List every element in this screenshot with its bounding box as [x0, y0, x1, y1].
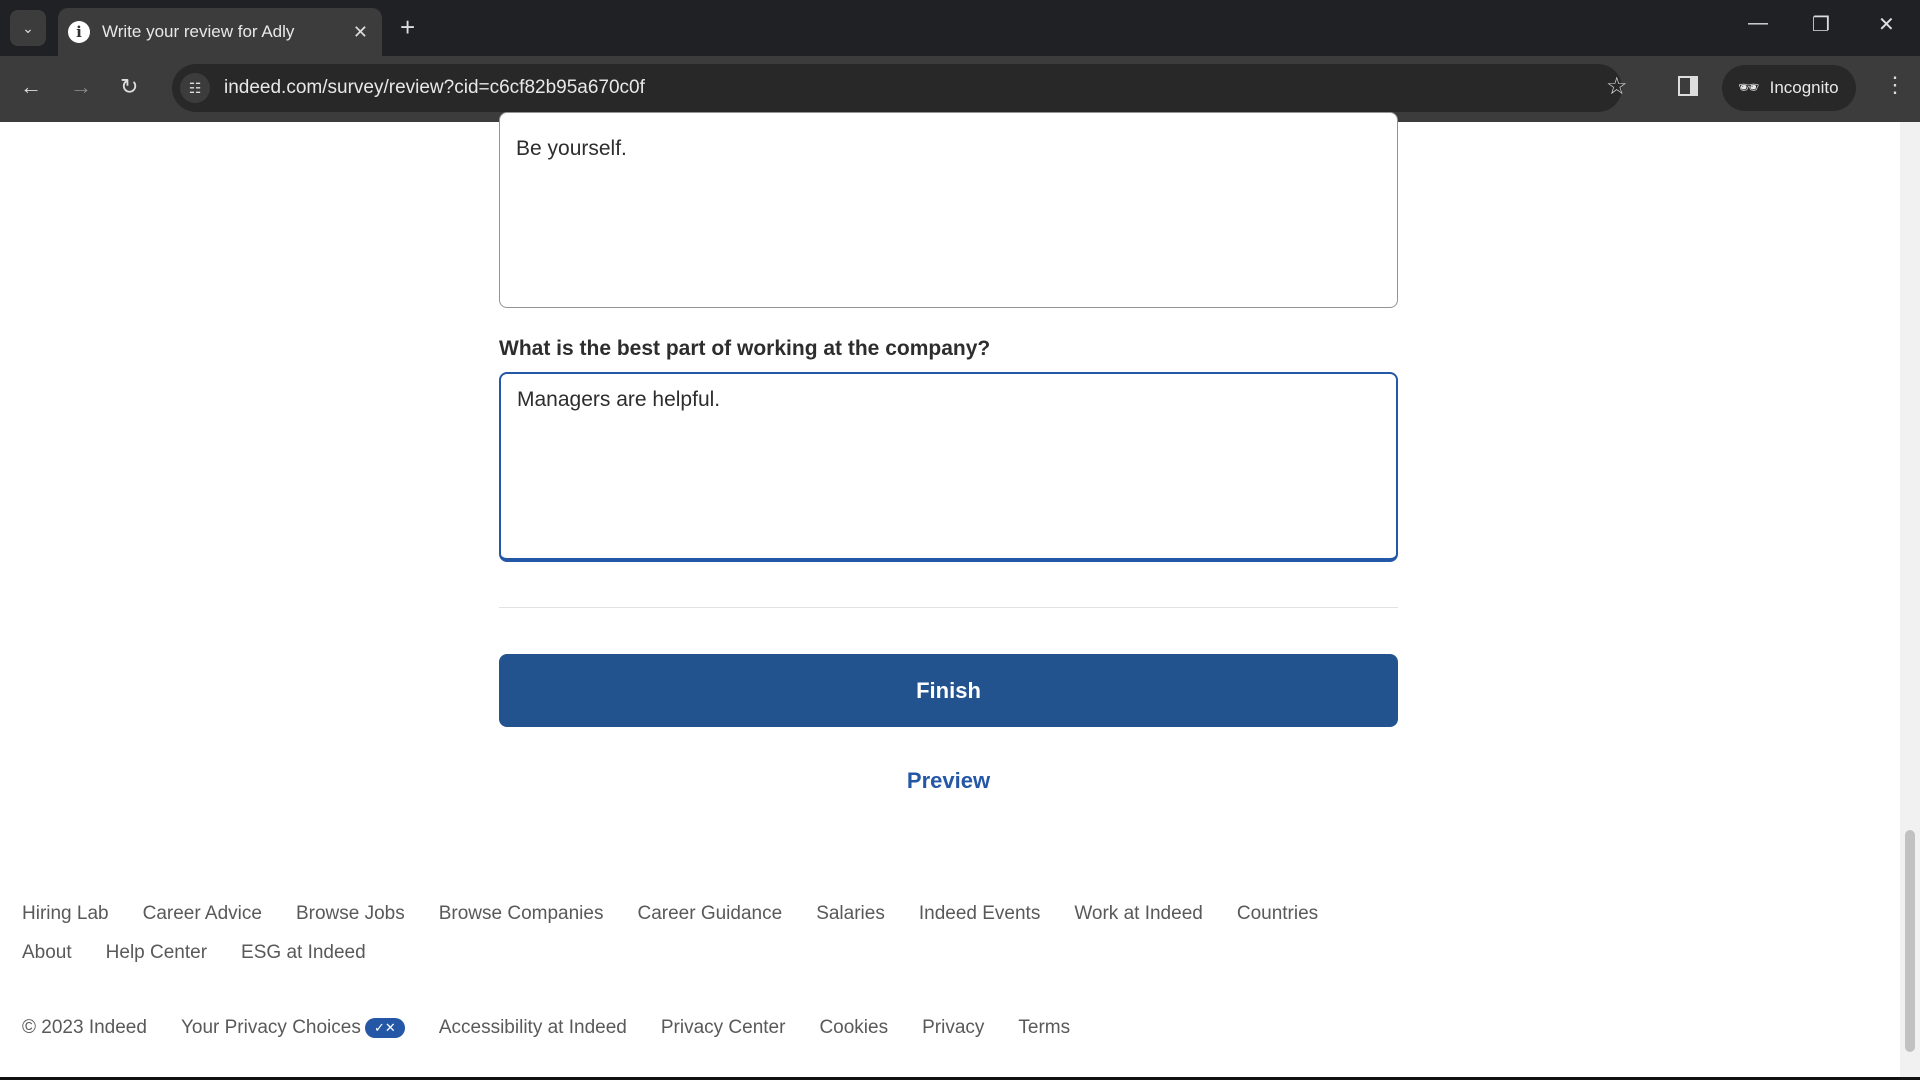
footer-link[interactable]: About: [22, 942, 72, 964]
address-bar[interactable]: ☷ indeed.com/survey/review?cid=c6cf82b95…: [172, 64, 1622, 112]
incognito-icon: 🕶: [1738, 78, 1760, 97]
tab-active[interactable]: i Write your review for Adly ✕: [58, 8, 382, 56]
page-content: Be yourself. What is the best part of wo…: [0, 112, 1900, 1077]
forward-button[interactable]: →: [70, 74, 92, 100]
footer-link[interactable]: Hiring Lab: [22, 903, 109, 925]
scrollbar-thumb[interactable]: [1905, 830, 1915, 1052]
bookmark-star-icon[interactable]: ☆: [1606, 72, 1628, 101]
back-button[interactable]: ←: [20, 74, 42, 100]
reload-button[interactable]: ↻: [120, 74, 138, 100]
side-panel-icon[interactable]: [1678, 76, 1698, 96]
close-window-button[interactable]: ✕: [1878, 12, 1895, 37]
footer-legal-row: © 2023 Indeed Your Privacy Choices ✓✕ Acc…: [22, 1017, 1070, 1039]
restore-button[interactable]: ❐: [1812, 12, 1830, 37]
best-part-textarea[interactable]: Managers are helpful.: [499, 372, 1398, 562]
footer-link[interactable]: Indeed Events: [919, 903, 1040, 925]
privacy-choices-icon: ✓✕: [364, 1017, 405, 1038]
privacy-choices-label: Your Privacy Choices: [180, 1017, 361, 1038]
scrollbar[interactable]: [1900, 122, 1920, 1077]
menu-icon[interactable]: ⋮: [1884, 72, 1906, 98]
footer-link[interactable]: Work at Indeed: [1074, 903, 1203, 925]
preview-link[interactable]: Preview: [499, 768, 1398, 794]
footer-link[interactable]: Help Center: [106, 942, 207, 964]
incognito-indicator[interactable]: 🕶 Incognito: [1722, 65, 1856, 111]
footer-links-row1: Hiring Lab Career Advice Browse Jobs Bro…: [22, 903, 1318, 925]
footer-link[interactable]: Privacy: [922, 1017, 984, 1039]
tab-bar: ⌄ i Write your review for Adly ✕ + — ❐ ✕: [0, 0, 1920, 56]
footer-link[interactable]: Cookies: [819, 1017, 888, 1039]
footer-link[interactable]: Salaries: [816, 903, 885, 925]
tab-title: Write your review for Adly: [102, 22, 295, 41]
footer-link[interactable]: ESG at Indeed: [241, 942, 366, 964]
footer-link[interactable]: Terms: [1018, 1017, 1070, 1039]
copyright: © 2023 Indeed: [22, 1017, 147, 1038]
footer-link[interactable]: Career Advice: [143, 903, 262, 925]
divider: [499, 607, 1398, 608]
tab-search-button[interactable]: ⌄: [10, 10, 46, 46]
url-text: indeed.com/survey/review?cid=c6cf82b95a6…: [224, 77, 645, 98]
minimize-button[interactable]: —: [1748, 12, 1768, 35]
footer-links-row2: About Help Center ESG at Indeed: [22, 942, 366, 964]
previous-answer-textarea[interactable]: Be yourself.: [499, 112, 1398, 308]
site-settings-icon[interactable]: ☷: [180, 73, 210, 103]
footer-link[interactable]: Privacy Center: [661, 1017, 786, 1039]
incognito-label: Incognito: [1769, 78, 1839, 97]
info-icon: i: [68, 21, 90, 43]
footer-link[interactable]: Countries: [1237, 903, 1318, 925]
footer-link[interactable]: Browse Jobs: [296, 903, 405, 925]
footer-link[interactable]: Browse Companies: [439, 903, 604, 925]
question-label: What is the best part of working at the …: [499, 337, 991, 360]
finish-button[interactable]: Finish: [499, 654, 1398, 727]
close-tab-icon[interactable]: ✕: [353, 22, 368, 43]
footer-link[interactable]: Accessibility at Indeed: [439, 1017, 627, 1039]
new-tab-button[interactable]: +: [400, 12, 415, 43]
footer-link[interactable]: Career Guidance: [637, 903, 782, 925]
privacy-choices-link[interactable]: Your Privacy Choices ✓✕: [181, 1017, 405, 1039]
